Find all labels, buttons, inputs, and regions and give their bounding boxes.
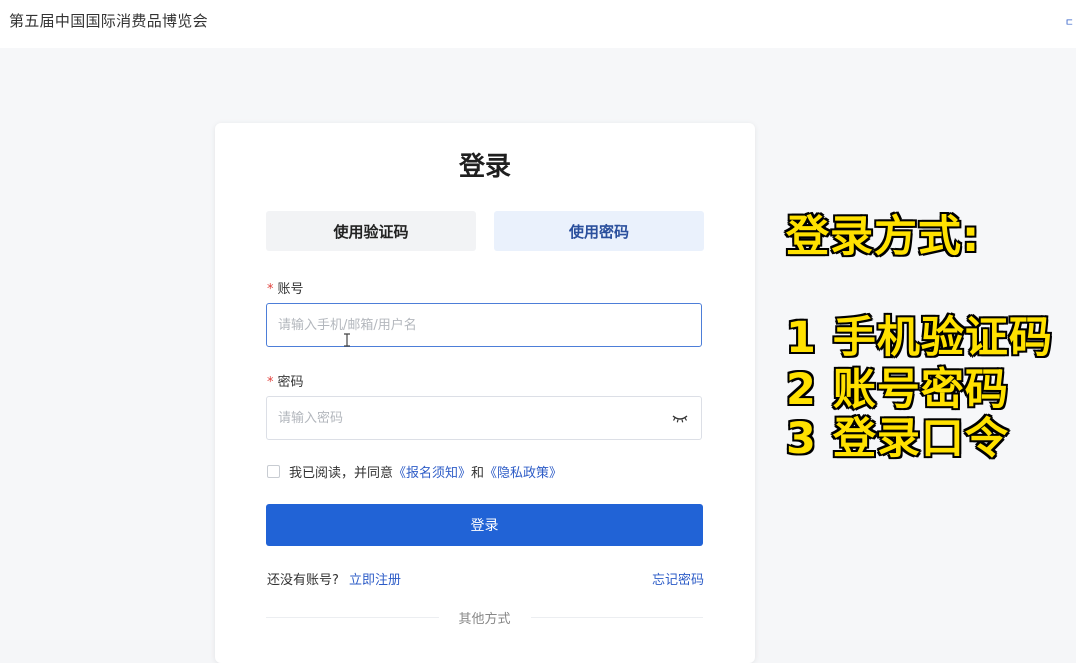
no-account-text: 还没有账号?	[267, 573, 339, 588]
agreement-middle: 和	[471, 466, 485, 481]
text-cursor-icon	[344, 333, 350, 347]
account-input[interactable]	[267, 303, 701, 347]
register-link[interactable]: 立即注册	[349, 573, 401, 588]
agreement-prefix: 我已阅读，并同意	[289, 466, 394, 481]
register-row: 还没有账号? 立即注册	[267, 569, 401, 588]
forgot-password-link[interactable]: 忘记密码	[604, 569, 704, 588]
agreement-checkbox[interactable]	[267, 465, 280, 478]
agreement-row: 我已阅读，并同意 《报名须知》 和 《隐私政策》	[267, 462, 562, 481]
corner-icon[interactable]: ㄷ	[1065, 14, 1074, 29]
password-input[interactable]	[267, 396, 671, 440]
account-field-box	[266, 303, 702, 347]
privacy-policy-link[interactable]: 《隐私政策》	[484, 462, 562, 481]
eye-closed-icon[interactable]	[671, 412, 689, 424]
password-label: * 密码	[267, 371, 304, 390]
top-bar: 第五届中国国际消费品博览会 ㄷ	[0, 0, 1076, 48]
account-label-text: 账号	[277, 282, 304, 297]
overlay-heading: 登录方式:	[784, 211, 981, 264]
divider-line-right	[530, 617, 704, 618]
other-methods-divider: 其他方式	[266, 608, 704, 627]
divider-line-left	[266, 617, 439, 618]
required-mark: *	[267, 375, 274, 390]
tab-password[interactable]: 使用密码	[494, 211, 704, 251]
login-title: 登录	[458, 152, 511, 182]
other-methods-label: 其他方式	[458, 612, 511, 627]
registration-notice-link[interactable]: 《报名须知》	[393, 462, 471, 481]
overlay-item-3: 3 登录口令	[785, 413, 1010, 466]
tab-verification-code[interactable]: 使用验证码	[266, 211, 476, 251]
site-title: 第五届中国国际消费品博览会	[9, 12, 208, 30]
password-label-text: 密码	[277, 375, 304, 390]
login-button[interactable]: 登录	[266, 504, 703, 546]
required-mark: *	[267, 282, 274, 297]
password-field-box	[266, 396, 702, 440]
account-label: * 账号	[267, 278, 304, 297]
